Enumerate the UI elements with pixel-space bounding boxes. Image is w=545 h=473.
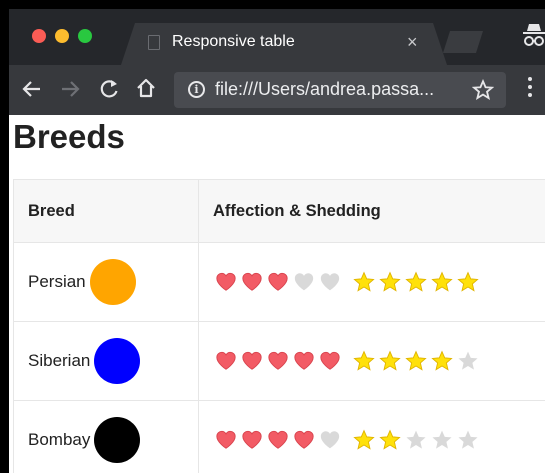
tab-strip: Responsive table × bbox=[9, 9, 545, 65]
reload-icon[interactable] bbox=[98, 78, 120, 100]
heart-icon-empty bbox=[320, 273, 340, 291]
heart-icon-filled bbox=[242, 272, 262, 291]
tab-responsive-table[interactable]: Responsive table × bbox=[121, 23, 447, 65]
table-row: Bombay bbox=[13, 400, 545, 473]
star-icon-filled bbox=[405, 271, 427, 292]
star-icon-empty bbox=[432, 430, 452, 449]
affection-shedding-rating bbox=[215, 350, 545, 372]
heart-icon-filled bbox=[242, 430, 262, 449]
star-icon-filled bbox=[379, 429, 401, 450]
star-icon-filled bbox=[405, 350, 427, 371]
heart-icon-filled bbox=[268, 272, 288, 291]
browser-window: Responsive table × i file:///Users/andre… bbox=[9, 9, 545, 473]
heart-icon-filled bbox=[294, 430, 314, 449]
affection-shedding-rating bbox=[215, 271, 545, 293]
table-header-row: Breed Affection & Shedding bbox=[13, 179, 545, 243]
forward-arrow-icon[interactable] bbox=[60, 79, 80, 99]
affection-shedding-rating bbox=[215, 429, 545, 451]
star-bookmark-icon[interactable] bbox=[472, 79, 494, 101]
heart-icon-filled bbox=[216, 272, 236, 291]
star-icon-filled bbox=[353, 429, 375, 450]
address-bar[interactable]: i file:///Users/andrea.passa... bbox=[174, 72, 506, 108]
breed-cell: Persian bbox=[13, 242, 199, 322]
star-icon-filled bbox=[431, 350, 453, 371]
url-text: file:///Users/andrea.passa... bbox=[215, 79, 435, 99]
new-tab-button[interactable] bbox=[443, 31, 483, 53]
star-icon-filled bbox=[457, 271, 479, 292]
heart-icon-filled bbox=[216, 430, 236, 449]
heart-icon-filled bbox=[268, 351, 288, 370]
color-swatch bbox=[94, 417, 141, 463]
document-icon bbox=[148, 35, 160, 50]
star-icon-empty bbox=[458, 351, 478, 370]
page-title: Breeds bbox=[13, 118, 125, 155]
star-icon-filled bbox=[431, 271, 453, 292]
heart-icon-filled bbox=[320, 351, 340, 370]
table-row: Persian bbox=[13, 242, 545, 322]
heart-icon-filled bbox=[268, 430, 288, 449]
heart-icon-empty bbox=[320, 431, 340, 449]
table-row: Siberian bbox=[13, 321, 545, 401]
info-icon[interactable]: i bbox=[188, 81, 205, 98]
star-icon-empty bbox=[458, 430, 478, 449]
heart-icon-filled bbox=[242, 351, 262, 370]
star-icon-filled bbox=[353, 350, 375, 371]
menu-icon[interactable] bbox=[528, 77, 532, 101]
color-swatch bbox=[89, 259, 136, 305]
tab-close-button[interactable]: × bbox=[407, 32, 418, 53]
star-icon-filled bbox=[379, 350, 401, 371]
heart-icon-empty bbox=[294, 273, 314, 291]
incognito-icon[interactable] bbox=[523, 21, 545, 49]
page-content: Breeds Breed Affection & Shedding Persia… bbox=[9, 115, 545, 473]
column-header-affection-shedding: Affection & Shedding bbox=[198, 179, 545, 243]
star-icon-filled bbox=[379, 271, 401, 292]
breed-cell: Bombay bbox=[13, 400, 199, 473]
heart-icon-filled bbox=[294, 351, 314, 370]
browser-toolbar: i file:///Users/andrea.passa... bbox=[9, 65, 545, 115]
tab-title: Responsive table bbox=[172, 33, 295, 50]
breed-name: Bombay bbox=[28, 430, 91, 449]
breed-cell: Siberian bbox=[13, 321, 199, 401]
star-icon-empty bbox=[406, 430, 426, 449]
close-window-button[interactable] bbox=[32, 29, 46, 43]
star-icon-filled bbox=[353, 271, 375, 292]
maximize-window-button[interactable] bbox=[78, 29, 92, 43]
color-swatch bbox=[94, 338, 141, 384]
column-header-breed: Breed bbox=[13, 179, 199, 243]
home-icon[interactable] bbox=[135, 77, 157, 99]
minimize-window-button[interactable] bbox=[55, 29, 69, 43]
window-controls bbox=[32, 29, 92, 43]
rating-cell bbox=[198, 321, 545, 401]
rating-cell bbox=[198, 400, 545, 473]
breed-name: Siberian bbox=[28, 351, 91, 370]
rating-cell bbox=[198, 242, 545, 322]
heart-icon-filled bbox=[216, 351, 236, 370]
breeds-table: Breed Affection & Shedding Persian Siberi… bbox=[13, 179, 545, 473]
breed-name: Persian bbox=[28, 272, 86, 291]
back-arrow-icon[interactable] bbox=[22, 79, 42, 99]
